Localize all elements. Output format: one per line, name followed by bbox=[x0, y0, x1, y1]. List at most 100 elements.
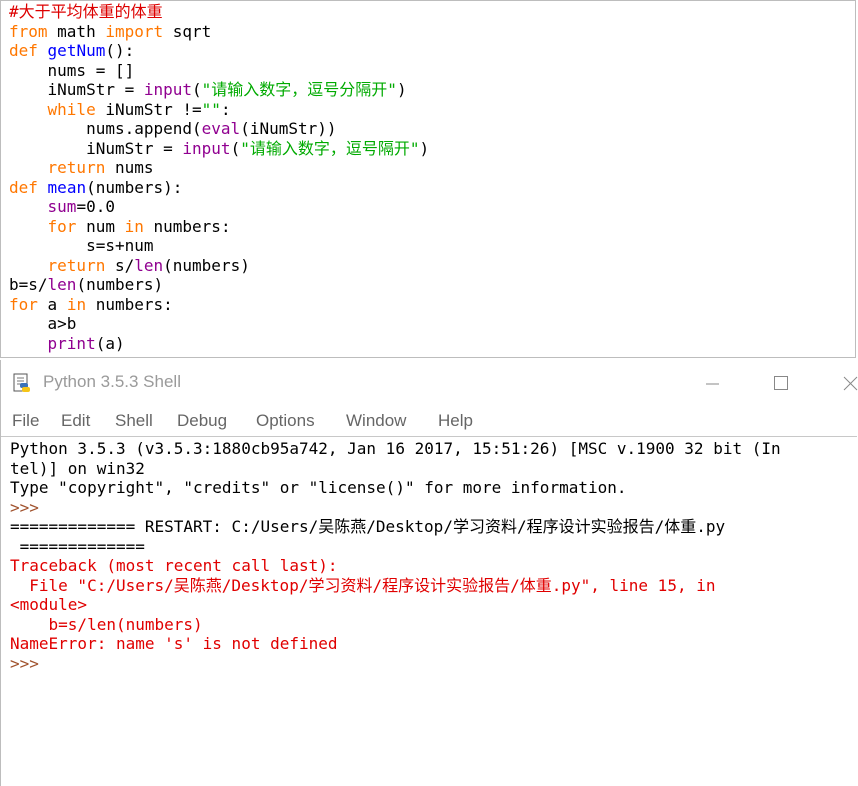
code-token: (numbers): bbox=[86, 177, 183, 197]
shell-prompt: >>> bbox=[10, 497, 39, 517]
code-token: input bbox=[182, 138, 231, 158]
code-line: def mean(numbers): bbox=[9, 178, 429, 198]
code-token: (iNumStr)) bbox=[240, 119, 337, 138]
maximize-icon[interactable] bbox=[757, 360, 803, 406]
code-line: for num in numbers: bbox=[9, 217, 429, 237]
code-token: a>b bbox=[9, 314, 77, 333]
code-line: return s/len(numbers) bbox=[9, 256, 429, 276]
code-token: while bbox=[47, 99, 96, 119]
code-token: a bbox=[37, 294, 67, 314]
menu-help[interactable]: Help bbox=[438, 411, 473, 431]
code-line: iNumStr = input("请输入数字，逗号隔开") bbox=[9, 139, 429, 159]
code-token: return bbox=[47, 158, 106, 177]
code-editor[interactable]: #大于平均体重的体重 from math import sqrt def getNu… bbox=[0, 0, 856, 358]
title-bar[interactable]: Python 3.5.3 Shell bbox=[1, 360, 858, 406]
code-token: sum bbox=[47, 197, 77, 216]
code-line: for a in numbers: bbox=[9, 295, 429, 315]
shell-output-line: ============= bbox=[10, 536, 145, 556]
code-line: a>b bbox=[9, 314, 429, 334]
code-line: sum=0.0 bbox=[9, 197, 429, 217]
code-token: input bbox=[143, 80, 193, 99]
code-token: #大于平均体重的体重 bbox=[9, 2, 163, 21]
code-token: (numbers) bbox=[76, 275, 164, 294]
code-token: sqrt bbox=[163, 21, 212, 41]
shell-output-line: Python 3.5.3 (v3.5.3:1880cb95a742, Jan 1… bbox=[10, 439, 781, 458]
shell-output-line: Traceback (most recent call last): bbox=[10, 556, 338, 575]
code-line: def getNum(): bbox=[9, 41, 429, 61]
code-token: iNumStr = bbox=[9, 80, 144, 99]
shell-output-line: NameError: name 's' is not defined bbox=[10, 634, 338, 653]
code-token: nums = [] bbox=[9, 60, 135, 80]
shell-output-line: b=s/len(numbers) bbox=[10, 614, 203, 634]
menu-file[interactable]: File bbox=[12, 411, 39, 431]
shell-output-line: Type "copyright", "credits" or "license(… bbox=[10, 478, 627, 497]
code-token: len bbox=[134, 255, 164, 275]
code-token: : bbox=[220, 99, 231, 119]
code-token: s=s+num bbox=[9, 236, 154, 255]
code-token: def bbox=[9, 41, 38, 60]
code-token: numbers: bbox=[143, 216, 231, 236]
code-token: nums.append( bbox=[9, 119, 202, 138]
code-token: mean bbox=[47, 177, 87, 197]
code-token: math bbox=[47, 21, 106, 41]
code-token: iNumStr = bbox=[9, 138, 183, 158]
code-line: from math import sqrt bbox=[9, 22, 429, 42]
code-token: eval bbox=[201, 119, 241, 138]
code-token: in bbox=[124, 216, 144, 236]
code-token: ) bbox=[396, 80, 407, 99]
shell-output-line: <module> bbox=[10, 595, 88, 614]
code-token: for bbox=[9, 294, 38, 314]
code-line: s=s+num bbox=[9, 236, 429, 256]
code-token: getNum bbox=[47, 41, 106, 60]
window-title: Python 3.5.3 Shell bbox=[43, 372, 181, 391]
code-token: print bbox=[47, 333, 96, 353]
code-token: return bbox=[47, 255, 106, 275]
shell-output[interactable]: Python 3.5.3 (v3.5.3:1880cb95a742, Jan 1… bbox=[10, 439, 855, 673]
code-token: from bbox=[9, 21, 48, 41]
code-token: numbers: bbox=[86, 294, 173, 314]
code-token: ) bbox=[419, 138, 430, 158]
code-line: return nums bbox=[9, 158, 429, 178]
code-token: (a) bbox=[95, 333, 125, 353]
menu-debug[interactable]: Debug bbox=[177, 411, 227, 431]
code-token: iNumStr != bbox=[95, 99, 202, 119]
code-token: len bbox=[47, 275, 77, 294]
code-token: "请输入数字，逗号隔开" bbox=[240, 138, 420, 158]
code-token: def bbox=[9, 177, 38, 197]
code-token: "请输入数字，逗号分隔开" bbox=[201, 80, 397, 99]
code-token: import bbox=[105, 21, 164, 41]
code-line: print(a) bbox=[9, 334, 429, 354]
shell-output-line: tel)] on win32 bbox=[10, 458, 145, 478]
python-file-icon bbox=[13, 373, 30, 392]
code-token: b=s/ bbox=[9, 275, 48, 294]
menu-options[interactable]: Options bbox=[256, 411, 315, 431]
code-token: =0.0 bbox=[76, 197, 115, 216]
code-line: while iNumStr !="": bbox=[9, 100, 429, 120]
menu-shell[interactable]: Shell bbox=[115, 411, 153, 431]
menu-divider bbox=[1, 436, 857, 437]
code-token: (numbers) bbox=[163, 255, 250, 275]
code-token: "" bbox=[201, 99, 221, 119]
minimize-icon[interactable] bbox=[689, 360, 735, 406]
shell-output-line: ============= RESTART: C:/Users/吴陈燕/Desk… bbox=[10, 517, 726, 536]
code-line: nums.append(eval(iNumStr)) bbox=[9, 119, 429, 139]
code-token: num bbox=[76, 216, 125, 236]
code-token: s/ bbox=[105, 255, 135, 275]
code-text[interactable]: #大于平均体重的体重 from math import sqrt def getNu… bbox=[9, 2, 429, 353]
code-line: nums = [] bbox=[9, 61, 429, 81]
code-line: #大于平均体重的体重 bbox=[9, 2, 429, 22]
menu-edit[interactable]: Edit bbox=[61, 411, 90, 431]
menu-window[interactable]: Window bbox=[346, 411, 406, 431]
code-token: for bbox=[47, 216, 77, 236]
code-token: nums bbox=[105, 158, 154, 177]
code-token: ( bbox=[192, 80, 202, 99]
code-token: (): bbox=[105, 41, 135, 60]
close-icon[interactable] bbox=[827, 360, 858, 406]
code-token: in bbox=[66, 294, 87, 314]
